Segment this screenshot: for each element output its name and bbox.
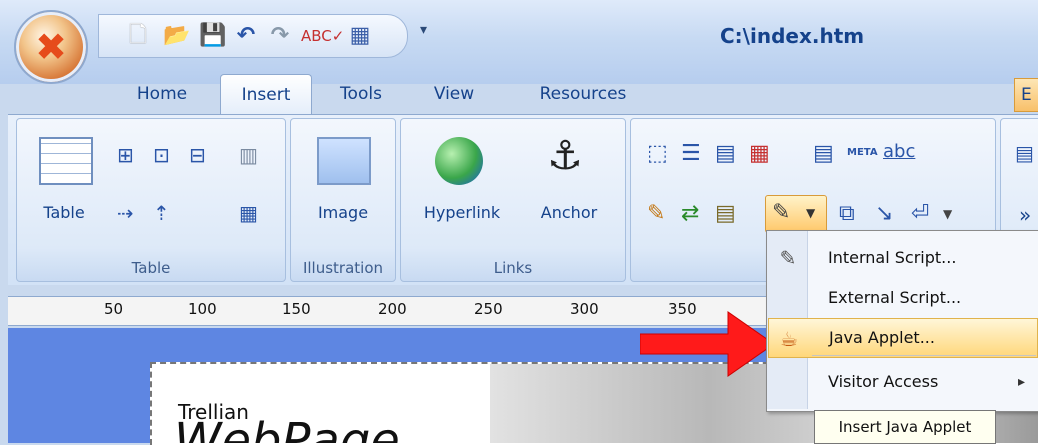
table-icon[interactable]: ▦ xyxy=(347,23,373,49)
insert-column-icon[interactable]: ⇢ xyxy=(117,201,134,225)
spellcheck-icon[interactable]: ABC✓ xyxy=(301,23,344,49)
ruler-mark: 200 xyxy=(378,300,407,318)
ruler-mark: 50 xyxy=(104,300,124,318)
chevron-down-icon: ▼ xyxy=(806,206,816,220)
menu-item-java-applet[interactable]: ☕ Java Applet... xyxy=(768,318,1038,358)
submenu-arrow-icon: ▸ xyxy=(1018,374,1026,390)
menu-separator xyxy=(812,355,1036,356)
illustration-group: Image Illustration xyxy=(290,118,396,282)
abc-text-icon[interactable]: abc xyxy=(883,141,915,162)
hyperlink-globe-icon[interactable] xyxy=(435,137,483,185)
table-group: Table ⊞ ⊡ ⊟ ▥ ⇢ ⇡ ▦ Table xyxy=(16,118,286,282)
tab-overflow[interactable]: E xyxy=(1014,78,1038,112)
table-button[interactable]: Table xyxy=(29,203,99,222)
image-icon[interactable] xyxy=(317,137,371,185)
menu-item-visitor-access[interactable]: Visitor Access ▸ xyxy=(768,362,1036,402)
redo-icon[interactable]: ↷ xyxy=(267,23,293,49)
links-group: Hyperlink ⚓ Anchor Links xyxy=(400,118,626,282)
break-icon[interactable]: ⏎ xyxy=(911,201,929,226)
menu-item-internal-script[interactable]: ✎ Internal Script... xyxy=(768,238,1036,278)
save-icon[interactable]: 💾 xyxy=(199,23,226,49)
undo-icon[interactable]: ↶ xyxy=(233,23,259,49)
frame-icon[interactable]: ▤ xyxy=(715,141,736,166)
red-arrow-icon xyxy=(640,311,775,377)
column-icon[interactable]: ▥ xyxy=(239,143,258,167)
meta-tag-icon[interactable]: META xyxy=(847,147,878,158)
page-text-line2: WebPage xyxy=(174,414,400,443)
tab-insert[interactable]: Insert xyxy=(220,74,312,116)
component-icon[interactable]: ⧉ xyxy=(839,201,855,226)
merge-cells-icon[interactable]: ⊡ xyxy=(153,143,170,167)
script-pencil-icon: ✎ xyxy=(779,246,797,270)
tab-view[interactable]: View xyxy=(420,74,488,114)
list-icon[interactable]: ☰ xyxy=(681,141,701,166)
application-menu-button[interactable]: ✖ xyxy=(14,10,88,84)
ruler-mark: 100 xyxy=(188,300,217,318)
edit-form-icon[interactable]: ✎ xyxy=(647,201,665,226)
tooltip: Insert Java Applet xyxy=(814,410,996,444)
table-props-icon[interactable]: ▦ xyxy=(239,201,258,225)
more-chevron-icon[interactable]: ▼ xyxy=(943,207,952,221)
calendar-icon[interactable]: ▦ xyxy=(749,141,770,166)
tab-resources[interactable]: Resources xyxy=(520,74,646,114)
ribbon-overflow-button[interactable]: » xyxy=(1019,203,1031,227)
tab-home[interactable]: Home xyxy=(124,74,200,114)
special-char-icon[interactable]: ↘ xyxy=(875,201,893,226)
menu-item-external-script[interactable]: External Script... xyxy=(768,278,1036,318)
insert-row-icon[interactable]: ⊞ xyxy=(117,143,134,167)
new-doc-icon[interactable]: 🗋 xyxy=(125,23,151,49)
note-icon[interactable]: ▤ xyxy=(715,201,736,226)
document-icon[interactable]: ▤ xyxy=(813,141,834,166)
java-cup-icon: ☕ xyxy=(780,327,798,351)
anchor-button[interactable]: Anchor xyxy=(527,203,611,222)
overflow-icon[interactable]: ▤ xyxy=(1015,141,1034,165)
ruler-mark: 150 xyxy=(282,300,311,318)
anchor-icon[interactable]: ⚓ xyxy=(547,133,583,179)
quick-access-dropdown-icon[interactable]: ▾ xyxy=(420,22,427,38)
insert-table-icon[interactable] xyxy=(39,137,93,185)
cell-props-icon[interactable]: ⇡ xyxy=(153,201,170,225)
window-title: C:\index.htm xyxy=(720,24,865,48)
image-button[interactable]: Image xyxy=(301,203,385,222)
illustration-group-label: Illustration xyxy=(302,259,384,277)
ruler-mark: 250 xyxy=(474,300,503,318)
arrows-icon[interactable]: ⇄ xyxy=(681,201,699,226)
tab-tools[interactable]: Tools xyxy=(326,74,396,114)
script-pencil-icon: ✎ xyxy=(772,200,791,225)
split-cells-icon[interactable]: ⊟ xyxy=(189,143,206,167)
app-logo-icon: ✖ xyxy=(35,25,67,69)
table-group-label: Table xyxy=(131,259,171,277)
quick-access-toolbar: 🗋 📂 💾 ↶ ↷ ABC✓ ▦ xyxy=(98,14,408,58)
open-folder-icon[interactable]: 📂 xyxy=(163,23,190,49)
script-dropdown-button[interactable]: ✎ ▼ xyxy=(765,195,827,233)
ruler-mark: 300 xyxy=(570,300,599,318)
hyperlink-button[interactable]: Hyperlink xyxy=(407,203,517,222)
form-icon[interactable]: ⬚ xyxy=(647,141,668,166)
links-group-label: Links xyxy=(493,259,533,277)
